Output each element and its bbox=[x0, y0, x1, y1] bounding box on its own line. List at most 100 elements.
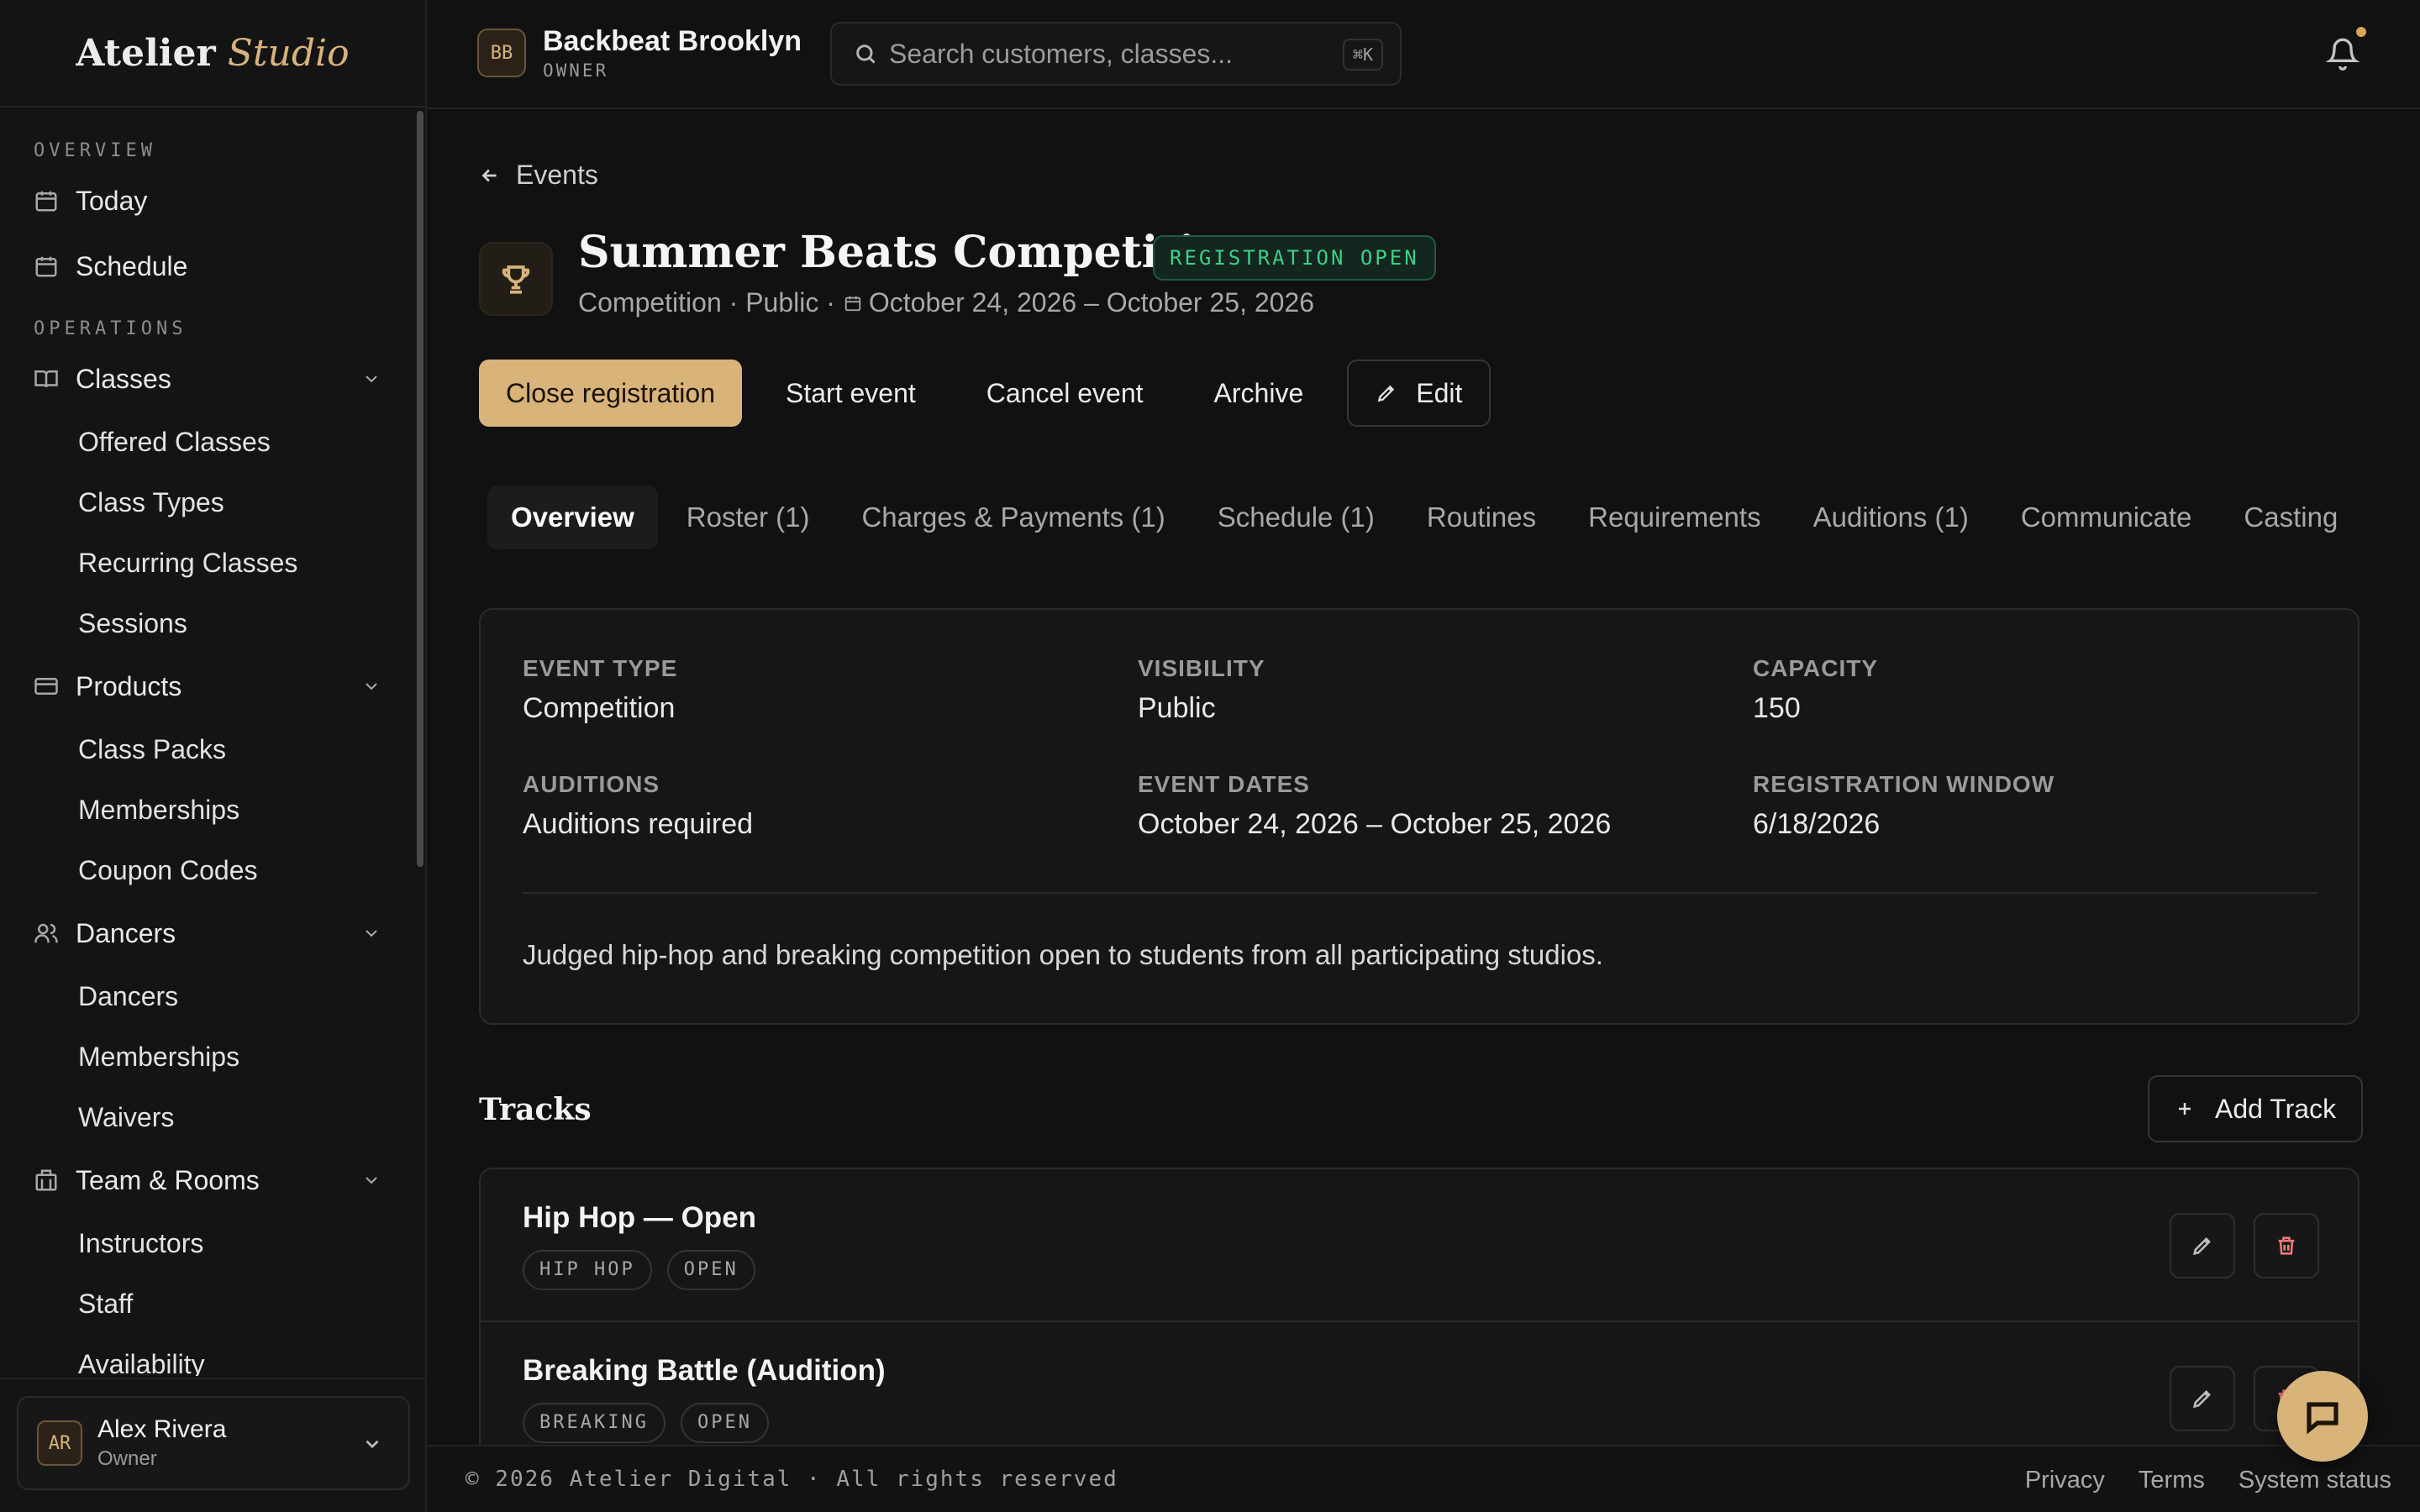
tab-routines[interactable]: Routines bbox=[1403, 486, 1560, 549]
sidebar-subitem-class-types[interactable]: Class Types bbox=[0, 472, 425, 533]
field-visibility: VISIBILITY Public bbox=[1138, 655, 1265, 725]
field-value: 150 bbox=[1753, 692, 1801, 724]
chip: HIP HOP bbox=[523, 1250, 652, 1290]
delete-track-button[interactable] bbox=[2254, 1213, 2319, 1278]
add-track-button[interactable]: Add Track bbox=[2148, 1075, 2364, 1142]
field-value: 6/18/2026 bbox=[1753, 808, 1881, 840]
sidebar-subitem-recurring-classes[interactable]: Recurring Classes bbox=[0, 533, 425, 593]
event-description: Judged hip-hop and breaking competition … bbox=[523, 939, 1603, 970]
section-title-operations: OPERATIONS bbox=[34, 318, 187, 339]
search-shortcut: ⌘K bbox=[1342, 39, 1383, 71]
chevron-down-icon[interactable] bbox=[361, 676, 381, 696]
topbar: BB Backbeat Brooklyn OWNER Search custom… bbox=[427, 0, 2420, 109]
building-icon bbox=[35, 1169, 57, 1191]
edit-track-button[interactable] bbox=[2170, 1213, 2235, 1278]
field-value: Public bbox=[1138, 692, 1216, 724]
bell-icon[interactable] bbox=[2326, 37, 2360, 71]
brand-accent: Studio bbox=[227, 31, 350, 75]
user-name: Alex Rivera bbox=[97, 1415, 227, 1443]
back-label: Events bbox=[516, 160, 598, 190]
field-value: Competition bbox=[523, 692, 676, 724]
tab-roster[interactable]: Roster (1) bbox=[663, 486, 834, 549]
sidebar-subitem-dancers[interactable]: Dancers bbox=[0, 966, 425, 1026]
trash-icon bbox=[2278, 1236, 2295, 1255]
field-label: REGISTRATION WINDOW bbox=[1753, 771, 2055, 797]
chevron-down-icon[interactable] bbox=[361, 1170, 381, 1190]
sidebar-item-schedule[interactable]: Schedule bbox=[0, 234, 425, 299]
track-name: Hip Hop — Open bbox=[523, 1201, 757, 1234]
user-info: Alex Rivera Owner bbox=[97, 1415, 226, 1471]
sidebar-subitem-class-packs[interactable]: Class Packs bbox=[0, 719, 425, 780]
org-name[interactable]: Backbeat Brooklyn bbox=[543, 25, 802, 58]
sidebar-item-classes[interactable]: Classes bbox=[0, 346, 425, 412]
sidebar-subitem-waivers[interactable]: Waivers bbox=[0, 1087, 425, 1147]
privacy-link[interactable]: Privacy bbox=[2025, 1467, 2105, 1494]
arrow-left-icon bbox=[481, 169, 497, 181]
trophy-icon bbox=[502, 265, 530, 294]
sidebar-subitem-coupon-codes[interactable]: Coupon Codes bbox=[0, 840, 425, 900]
list-item: Hip Hop — Open HIP HOP OPEN bbox=[481, 1169, 2358, 1322]
field-capacity: CAPACITY 150 bbox=[1753, 655, 1878, 725]
edit-track-button[interactable] bbox=[2170, 1366, 2235, 1431]
sidebar-divider bbox=[0, 1378, 425, 1379]
chevron-down-icon[interactable] bbox=[361, 923, 381, 943]
cancel-event-button[interactable]: Cancel event bbox=[960, 360, 1171, 427]
avatar: AR bbox=[37, 1420, 82, 1466]
chat-button[interactable] bbox=[2277, 1371, 2368, 1462]
brand-name: Atelier bbox=[76, 31, 216, 75]
sidebar-subitem-offered-classes[interactable]: Offered Classes bbox=[0, 412, 425, 472]
tab-communicate[interactable]: Communicate bbox=[1997, 486, 2216, 549]
divider bbox=[523, 892, 2317, 894]
notification-dot bbox=[2356, 27, 2366, 37]
event-meta: Competition · Public · October 24, 2026 … bbox=[578, 287, 1314, 318]
archive-button[interactable]: Archive bbox=[1187, 360, 1331, 427]
terms-link[interactable]: Terms bbox=[2139, 1467, 2205, 1494]
pencil-icon bbox=[1377, 385, 1395, 402]
tab-bar: Overview Roster (1) Charges & Payments (… bbox=[487, 486, 2366, 549]
edit-button[interactable]: Edit bbox=[1347, 360, 1491, 427]
sidebar-item-products[interactable]: Products bbox=[0, 654, 425, 719]
field-event-dates: EVENT DATES October 24, 2026 – October 2… bbox=[1138, 771, 1611, 841]
pencil-icon bbox=[2192, 1237, 2211, 1256]
field-registration-window: REGISTRATION WINDOW 6/18/2026 bbox=[1753, 771, 2054, 841]
credit-card-icon bbox=[34, 678, 58, 695]
tracks-list: Hip Hop — Open HIP HOP OPEN Breaking Bat… bbox=[479, 1168, 2360, 1470]
book-open-icon bbox=[34, 370, 58, 388]
track-chips: BREAKING OPEN bbox=[523, 1403, 784, 1443]
event-meta-text: Competition · Public · bbox=[578, 287, 835, 318]
system-status-link[interactable]: System status bbox=[2238, 1467, 2391, 1494]
tab-requirements[interactable]: Requirements bbox=[1565, 486, 1784, 549]
sidebar-scrollbar[interactable] bbox=[417, 111, 424, 867]
tab-charges-payments[interactable]: Charges & Payments (1) bbox=[838, 486, 1188, 549]
field-label: VISIBILITY bbox=[1138, 655, 1265, 681]
tab-schedule[interactable]: Schedule (1) bbox=[1194, 486, 1398, 549]
sidebar-subitem-staff[interactable]: Staff bbox=[0, 1273, 425, 1334]
user-menu[interactable]: AR Alex Rivera Owner bbox=[17, 1396, 410, 1490]
back-link[interactable]: Events bbox=[479, 160, 598, 191]
org-avatar[interactable]: BB bbox=[477, 29, 526, 77]
tab-auditions[interactable]: Auditions (1) bbox=[1790, 486, 1992, 549]
track-chips: HIP HOP OPEN bbox=[523, 1250, 771, 1290]
sidebar-item-dancers[interactable]: Dancers bbox=[0, 900, 425, 966]
brand-logo[interactable]: Atelier Studio bbox=[0, 0, 425, 108]
sidebar-subitem-dancer-memberships[interactable]: Memberships bbox=[0, 1026, 425, 1087]
field-label: AUDITIONS bbox=[523, 771, 660, 797]
chevron-down-icon[interactable] bbox=[361, 369, 381, 389]
sidebar-subitem-memberships[interactable]: Memberships bbox=[0, 780, 425, 840]
status-badge: REGISTRATION OPEN bbox=[1153, 235, 1436, 281]
start-event-button[interactable]: Start event bbox=[759, 360, 943, 427]
tab-casting[interactable]: Casting bbox=[2220, 486, 2361, 549]
sidebar-subitem-instructors[interactable]: Instructors bbox=[0, 1213, 425, 1273]
sidebar-item-today[interactable]: Today bbox=[0, 168, 425, 234]
sidebar-item-team-rooms[interactable]: Team & Rooms bbox=[0, 1147, 425, 1213]
tab-overview[interactable]: Overview bbox=[487, 486, 658, 549]
add-track-label: Add Track bbox=[2215, 1093, 2337, 1124]
field-value: October 24, 2026 – October 25, 2026 bbox=[1138, 808, 1612, 840]
track-name: Breaking Battle (Audition) bbox=[523, 1354, 886, 1387]
sidebar-item-label: Team & Rooms bbox=[76, 1164, 260, 1195]
sidebar-subitem-sessions[interactable]: Sessions bbox=[0, 593, 425, 654]
calendar-grid-icon bbox=[35, 256, 57, 277]
sidebar-subitem-availability[interactable]: Availability bbox=[0, 1334, 425, 1376]
search-input[interactable]: Search customers, classes... ⌘K bbox=[830, 22, 1402, 86]
close-registration-button[interactable]: Close registration bbox=[479, 360, 742, 427]
